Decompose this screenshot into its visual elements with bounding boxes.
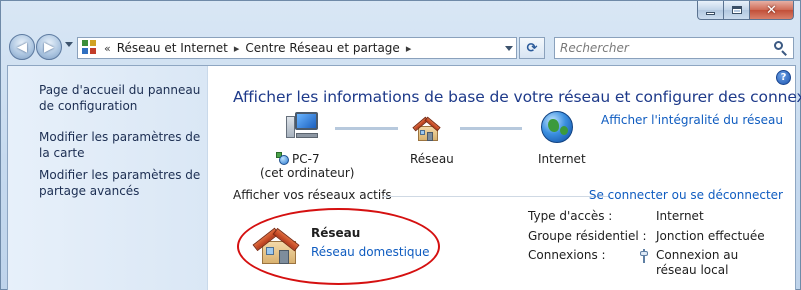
network-status-icon	[276, 152, 290, 166]
refresh-icon: ⟳	[526, 40, 538, 56]
close-button[interactable]: ✕	[750, 1, 794, 20]
caption-buttons: ✕	[697, 1, 794, 20]
active-network-name: Réseau	[311, 226, 361, 240]
back-arrow-icon: ◀	[17, 39, 27, 55]
refresh-button[interactable]: ⟳	[519, 37, 545, 59]
homegroup-link[interactable]: Jonction effectuée	[656, 229, 765, 243]
back-button[interactable]: ◀	[9, 34, 35, 60]
ethernet-connection-icon	[640, 249, 648, 263]
page-title: Afficher les informations de base de vot…	[233, 88, 801, 106]
internet-label: Internet	[538, 152, 586, 166]
connect-disconnect-link[interactable]: Se connecter ou se déconnecter	[589, 188, 783, 202]
sidebar-link-advanced-sharing[interactable]: Modifier les paramètres de partage avanc…	[39, 167, 204, 199]
map-connection-line	[335, 127, 398, 130]
search-icon[interactable]	[774, 41, 788, 56]
internet-globe-icon[interactable]	[541, 111, 573, 143]
computer-icon[interactable]	[286, 112, 320, 142]
sidebar-link-control-panel-home[interactable]: Page d'accueil du panneau de configurati…	[39, 82, 204, 114]
sidebar: Page d'accueil du panneau de configurati…	[8, 66, 208, 290]
breadcrumb-separator-icon[interactable]: ▸	[406, 42, 412, 55]
control-panel-icon	[82, 40, 98, 56]
sidebar-link-adapter-settings[interactable]: Modifier les paramètres de la carte	[39, 129, 204, 161]
network-label: Réseau	[410, 152, 454, 166]
navigation-bar: ◀ ▶ « Réseau et Internet ▸ Centre Réseau…	[7, 32, 797, 62]
connections-label: Connexions :	[528, 248, 606, 262]
access-type-value: Internet	[656, 209, 704, 223]
section-divider	[382, 196, 610, 197]
breadcrumb-network-internet[interactable]: Réseau et Internet	[117, 41, 228, 55]
active-networks-heading: Afficher vos réseaux actifs	[233, 188, 392, 202]
recent-pages-dropdown[interactable]	[65, 42, 73, 47]
window-frame: ✕ ◀ ▶ « Réseau et Internet ▸ Centre Rése…	[0, 0, 801, 290]
homegroup-label: Groupe résidentiel :	[528, 229, 647, 243]
address-history-dropdown[interactable]	[501, 39, 516, 57]
minimize-button[interactable]	[697, 1, 724, 20]
network-type-link[interactable]: Réseau domestique	[311, 245, 430, 259]
maximize-icon	[731, 6, 742, 14]
help-icon: ?	[780, 72, 787, 83]
local-connection-link[interactable]: Connexion au réseau local	[656, 248, 776, 278]
breadcrumb-separator-icon[interactable]: ▸	[234, 42, 240, 55]
breadcrumb-overflow[interactable]: «	[104, 42, 111, 55]
maximize-button[interactable]	[724, 1, 750, 20]
search-input[interactable]	[555, 39, 765, 57]
content-area: Page d'accueil du panneau de configurati…	[7, 65, 801, 290]
map-connection-line	[460, 127, 522, 130]
search-box	[554, 37, 794, 59]
computer-name-label: PC-7	[292, 152, 320, 166]
close-icon: ✕	[766, 2, 777, 18]
minimize-icon	[706, 11, 715, 15]
home-network-large-icon	[252, 222, 304, 266]
computer-sub-label: (cet ordinateur)	[260, 166, 355, 180]
breadcrumb-network-center[interactable]: Centre Réseau et partage	[245, 41, 399, 55]
forward-button[interactable]: ▶	[36, 34, 62, 60]
chevron-down-icon	[504, 45, 513, 51]
forward-arrow-icon: ▶	[44, 39, 54, 55]
home-network-icon[interactable]	[412, 113, 443, 143]
access-type-label: Type d'accès :	[528, 209, 613, 223]
full-network-map-link[interactable]: Afficher l'intégralité du réseau	[601, 113, 783, 127]
address-bar[interactable]: « Réseau et Internet ▸ Centre Réseau et …	[77, 37, 517, 59]
help-button[interactable]: ?	[776, 70, 791, 85]
